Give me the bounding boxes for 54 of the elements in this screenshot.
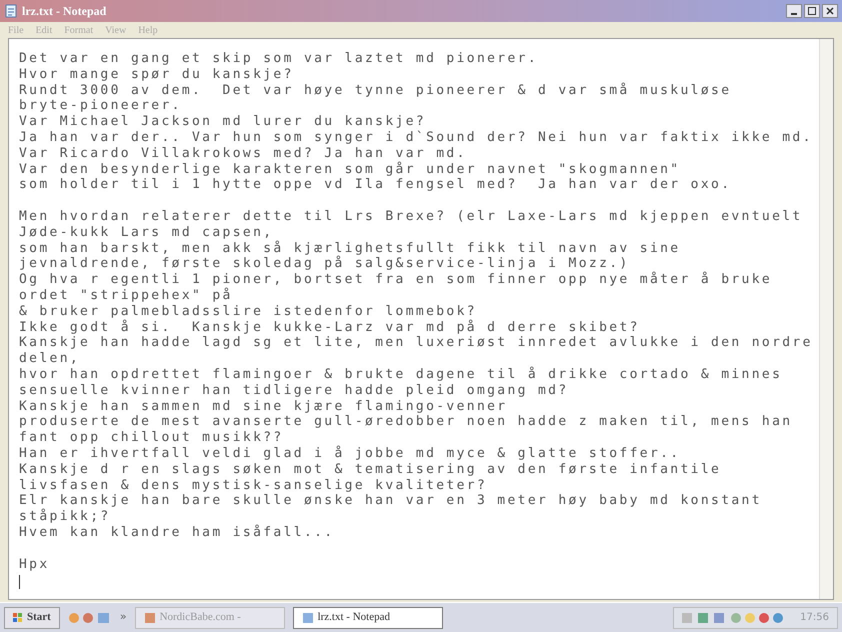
text-line: delen, <box>19 351 80 367</box>
text-line: Hvor mange spør du kanskje? <box>19 66 294 83</box>
text-line: Var Michael Jackson md lurer du kanskje? <box>19 114 426 130</box>
scrollbar[interactable] <box>819 39 833 599</box>
text-line: Kanskje d r en slags søken mot & tematisering av den første infantile <box>19 462 722 478</box>
text-line: Kanskje han hadde lagd sg et lite, men luxeriøst innredet avlukke i den nordre <box>19 335 813 352</box>
text-line: produserte de mest avanserte gull-øredobber noen hadde z maken til, mens han <box>19 414 792 430</box>
text-line: hvor han opdrettet flamingoer & brukte dagene til å drikke cortado & minnes <box>19 366 782 383</box>
menu-item[interactable]: File <box>8 22 24 38</box>
text-line: jevnaldrende, første skoledag på salg&service-linja i Mozz.) <box>19 256 630 272</box>
menu-item[interactable]: Format <box>64 22 94 38</box>
text-line: ordet "strippehex" på <box>19 288 233 304</box>
text-line: fant opp chillout musikk?? <box>19 430 284 446</box>
text-line: Ja han var der.. Var hun som synger i d`Sound der? Nei hun var faktix ikke md. <box>19 130 813 146</box>
close-icon <box>826 7 834 15</box>
text-line: & bruker palmebladsslire istedenfor lommebok? <box>19 304 477 320</box>
text-line: Ikke godt å si. Kanskje kukke-Larz var md på d derre skibet? <box>19 320 640 336</box>
text-line: Kanskje han sammen md sine kjære flamingo-venner <box>19 398 508 414</box>
window-title: lrz.txt - Notepad <box>22 3 106 20</box>
text-line: Hpx <box>19 556 50 572</box>
start-button[interactable]: Start <box>4 606 60 628</box>
text-line: Men hvordan relaterer dette til Lrs Brexe? (elr Laxe-Lars md kjeppen evntuelt <box>19 208 803 225</box>
maximize-icon <box>808 7 816 15</box>
minimize-button[interactable] <box>786 4 802 18</box>
taskbar-button[interactable]: NordicBabe.com - <box>134 606 285 628</box>
clock: 17:56 <box>800 611 829 625</box>
text-line: ståpikk;? <box>19 509 111 525</box>
text-line: Hvem kan klandre ham isåfall... <box>19 524 334 541</box>
text-line: Og hva r egentli 1 pioner, bortset fra en som finner opp nye måter å bruke <box>19 272 772 288</box>
more-chevron[interactable]: » <box>120 609 127 626</box>
window-icon <box>302 612 314 624</box>
windows-flag-icon <box>13 612 23 622</box>
text-line: Det var en gang et skip som var laztet md pionerer. <box>19 51 538 67</box>
menu-item[interactable]: View <box>105 22 126 38</box>
taskbar-button[interactable]: lrz.txt - Notepad <box>292 606 443 628</box>
maximize-button[interactable] <box>804 4 820 18</box>
text-line: bryte-pioneerer. <box>19 98 182 114</box>
text-line: Elr kanskje han bare skulle ønske han var en 3 meter høy baby md konstant <box>19 493 762 508</box>
text-line: livsfasen & dens mystisk-sanselige kvaliteter? <box>19 478 488 494</box>
text-line: sensuelle kvinner han tidligere hadde pleid omgang md? <box>19 382 569 399</box>
text-line: Jøde-kukk Lars md capsen, <box>19 224 274 240</box>
text-line: som holder til i 1 hytte oppe vd Ila fengsel med? Ja han var der oxo. <box>19 177 732 194</box>
menu-item[interactable]: Help <box>138 22 158 38</box>
text-area[interactable] <box>8 38 834 600</box>
close-button[interactable] <box>822 4 838 18</box>
text-line: som han barskt, men akk så kjærlighetsfullt fikk til navn av sine <box>19 240 680 256</box>
text-line: Var Ricardo Villakrokows med? Ja han var md. <box>19 146 467 162</box>
text-line: Rundt 3000 av dem. Det var høye tynne pioneerer & d var små muskuløse <box>19 82 732 98</box>
text-line: Var den besynderlige karakteren som går under navnet "skogmannen" <box>19 162 680 178</box>
text-cursor <box>19 575 20 590</box>
window-icon <box>144 612 156 624</box>
notepad-icon <box>4 4 18 18</box>
text-line: Han er ihvertfall veldi glad i å jobbe md myce & glatte stoffer.. <box>19 446 680 462</box>
menu-item[interactable]: Edit <box>36 22 52 38</box>
